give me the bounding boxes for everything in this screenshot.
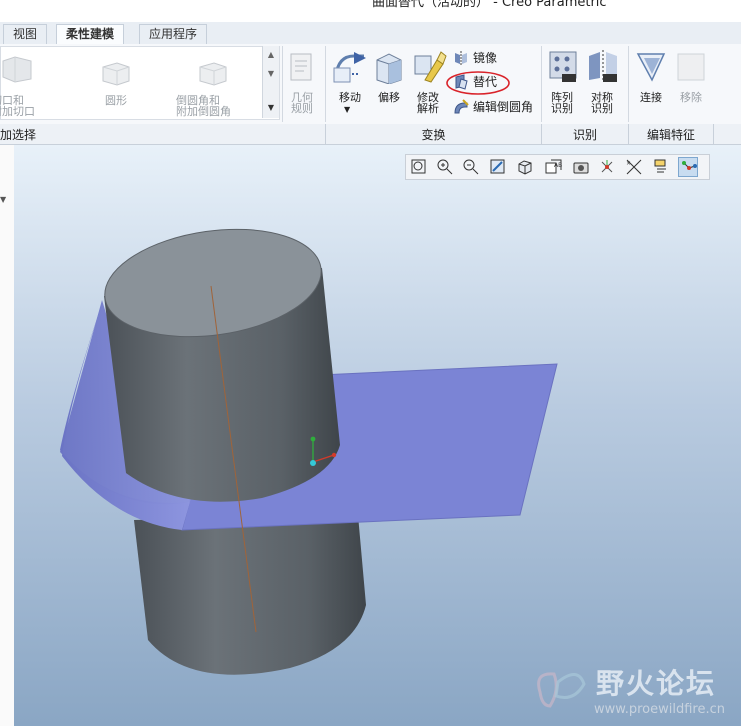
svg-text:AB: AB xyxy=(554,162,562,169)
view-manager-icon[interactable] xyxy=(571,157,591,177)
offset-icon xyxy=(376,53,402,84)
gallery-scrollbar[interactable]: ▲ ▼ ▼ xyxy=(262,46,279,118)
symmetry-recognition-button[interactable]: 对称 识别 xyxy=(586,92,618,114)
pattern-recognition-icon xyxy=(549,51,577,82)
upper-cylinder[interactable] xyxy=(98,216,340,502)
gallery-item-round-label[interactable]: 圆形 xyxy=(91,95,141,106)
round-shape-icon xyxy=(102,62,130,86)
tab-flexible-modeling[interactable]: 柔性建模 xyxy=(56,24,125,45)
edit-round-icon xyxy=(454,99,469,114)
ribbon-separator xyxy=(541,46,542,122)
ribbon-separator xyxy=(628,46,629,122)
scroll-down-icon[interactable]: ▼ xyxy=(265,68,277,80)
window-title: 曲面替代（活动的） - Creo Parametric xyxy=(372,0,607,10)
geometry-rules-button[interactable]: 几何 规则 xyxy=(285,92,319,114)
group-label-transform: 变换 xyxy=(421,128,446,142)
modify-analytic-button[interactable]: 修改 解析 xyxy=(412,92,444,114)
panel-dropdown-icon[interactable]: ▼ xyxy=(0,195,6,204)
move-icon xyxy=(333,52,366,83)
group-label-shape-selection: 加选择 xyxy=(0,128,37,142)
gallery-item-cut-label[interactable]: 切口和 附加切口 xyxy=(0,95,51,117)
scroll-up-icon[interactable]: ▲ xyxy=(265,49,277,61)
point-display-icon[interactable] xyxy=(678,157,698,177)
group-label-recognition: 识别 xyxy=(572,128,597,142)
move-dropdown-icon[interactable]: ▼ xyxy=(344,104,350,115)
watermark-logo-icon xyxy=(537,672,586,708)
modify-analytic-icon xyxy=(414,51,447,83)
attach-icon xyxy=(636,53,666,82)
move-button[interactable]: 移动 xyxy=(335,92,365,103)
tab-view[interactable]: 视图 xyxy=(3,24,48,44)
svg-text:×: × xyxy=(626,160,631,167)
shape-selection-gallery[interactable]: 切口和 附加切口 圆形 倒圆角和 附加倒圆角 xyxy=(0,46,280,120)
lower-cylinder[interactable] xyxy=(134,515,366,675)
datum-display-icon[interactable] xyxy=(597,157,617,177)
edit-round-button[interactable]: 编辑倒圆角 xyxy=(473,98,533,116)
gallery-expand-icon[interactable]: ▼ xyxy=(265,102,277,114)
remove-button[interactable]: 移除 xyxy=(674,92,708,103)
ribbon-tab-strip: 视图 柔性建模 应用程序 xyxy=(0,22,741,45)
zoom-in-icon[interactable] xyxy=(435,157,455,177)
pattern-recognition-button[interactable]: 阵列 识别 xyxy=(546,92,578,114)
mirror-icon xyxy=(455,51,467,65)
watermark: 野火论坛 www.proewildfire.cn xyxy=(530,660,740,726)
saved-orientations-icon[interactable]: AB xyxy=(543,157,563,177)
geometry-rules-icon xyxy=(290,53,312,81)
group-separator xyxy=(713,124,714,144)
gallery-item-round-attach-label[interactable]: 倒圆角和 附加倒圆角 xyxy=(176,95,248,117)
round-attach-shape-icon xyxy=(199,62,227,86)
remove-icon xyxy=(677,53,705,81)
cut-shape-icon xyxy=(2,56,32,83)
group-label-edit-features: 编辑特征 xyxy=(646,128,695,142)
repaint-icon[interactable] xyxy=(488,157,508,177)
ribbon-separator xyxy=(282,46,283,122)
ribbon-group-labels: 加选择 变换 识别 编辑特征 xyxy=(0,124,741,145)
display-style-icon[interactable] xyxy=(515,157,535,177)
watermark-url: www.proewildfire.cn xyxy=(594,702,725,717)
model-tree-panel[interactable]: ▼ xyxy=(0,145,15,726)
zoom-out-icon[interactable] xyxy=(461,157,481,177)
symmetry-recognition-icon xyxy=(589,50,617,82)
offset-button[interactable]: 偏移 xyxy=(372,92,406,103)
spin-center-icon[interactable]: × xyxy=(624,157,644,177)
tab-applications[interactable]: 应用程序 xyxy=(139,24,208,44)
view-toolbar: AB × xyxy=(405,154,710,180)
title-bar: 曲面替代（活动的） - Creo Parametric xyxy=(0,0,741,22)
model-viewport-drawing[interactable] xyxy=(14,145,741,726)
mirror-button[interactable]: 镜像 xyxy=(473,49,497,67)
attach-button[interactable]: 连接 xyxy=(636,92,666,103)
annotation-display-icon[interactable] xyxy=(651,157,671,177)
substitute-highlight-circle xyxy=(446,71,510,95)
ribbon-separator xyxy=(325,46,326,122)
watermark-brand: 野火论坛 xyxy=(596,667,717,700)
refit-icon[interactable] xyxy=(409,157,429,177)
